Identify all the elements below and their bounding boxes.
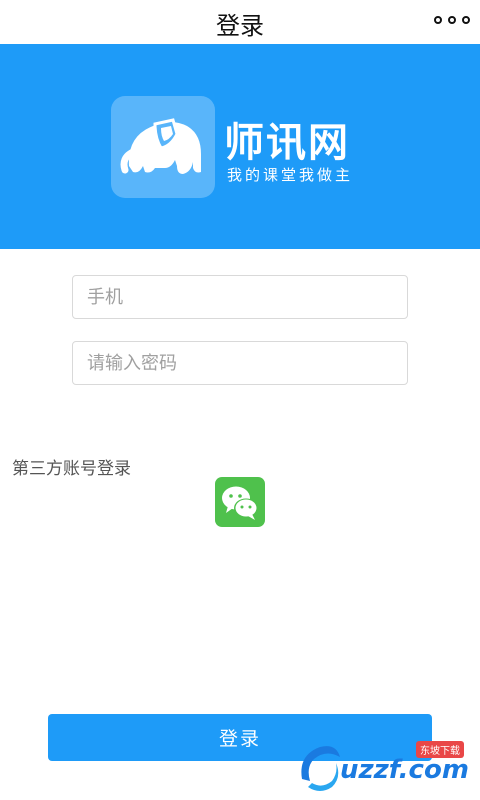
page-title: 登录 <box>216 12 264 40</box>
wechat-icon <box>222 486 258 520</box>
brand-banner: 师讯网 我的课堂我做主 <box>0 44 480 249</box>
menu-dot <box>462 16 470 24</box>
brand-name: 师讯网 <box>224 120 350 166</box>
watermark-tag: 东坡下载 <box>416 741 464 758</box>
menu-dot <box>434 16 442 24</box>
third-party-label: 第三方账号登录 <box>12 459 131 479</box>
elephant-logo-icon <box>111 96 215 198</box>
watermark-text: uzzf.com <box>340 755 469 785</box>
wechat-login-button[interactable] <box>215 477 265 527</box>
password-field[interactable] <box>72 341 408 385</box>
brand-slogan: 我的课堂我做主 <box>227 166 354 184</box>
phone-field[interactable] <box>72 275 408 319</box>
watermark-logo-icon <box>301 746 340 791</box>
menu-dot <box>448 16 456 24</box>
top-bar: 登录 <box>0 0 480 45</box>
phone-input[interactable] <box>73 276 407 318</box>
password-input[interactable] <box>73 342 407 384</box>
site-watermark: uzzf.com 东坡下载 <box>296 735 480 795</box>
more-dots-icon[interactable] <box>434 12 470 28</box>
